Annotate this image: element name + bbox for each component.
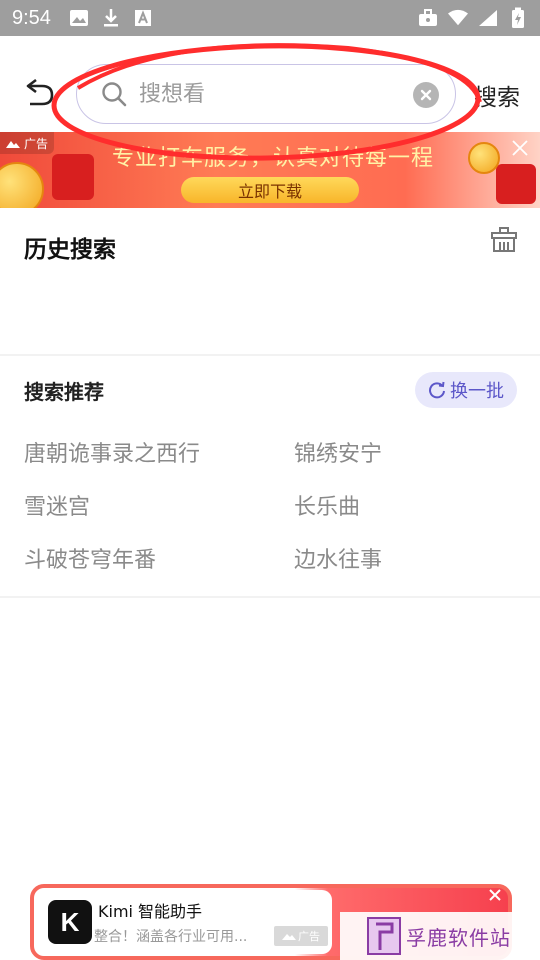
history-title: 历史搜索 bbox=[24, 237, 116, 263]
history-section: 历史搜索 bbox=[0, 208, 540, 354]
watermark: 孚鹿软件站 bbox=[340, 912, 540, 960]
status-time: 9:54 bbox=[12, 6, 51, 29]
wifi-icon bbox=[448, 8, 468, 28]
divider bbox=[0, 596, 540, 598]
recommendation-item[interactable]: 唐朝诡事录之西行 bbox=[24, 436, 200, 468]
image-icon bbox=[69, 8, 89, 28]
search-input[interactable] bbox=[139, 81, 389, 107]
coin-decoration bbox=[0, 162, 44, 208]
close-icon bbox=[420, 89, 432, 101]
watermark-logo-icon bbox=[367, 917, 401, 955]
ad-description: 整合！涵盖各行业可用... bbox=[94, 929, 248, 945]
ad-mountain-icon bbox=[282, 934, 296, 940]
recommendation-item[interactable]: 边水往事 bbox=[294, 542, 382, 574]
clear-history-button[interactable] bbox=[490, 226, 518, 254]
ad-tag: 广告 bbox=[274, 926, 328, 946]
recommendation-item[interactable]: 锦绣安宁 bbox=[294, 436, 382, 468]
back-button[interactable] bbox=[22, 76, 56, 110]
ad-app-name: Kimi 智能助手 bbox=[98, 902, 203, 921]
search-header: 搜索 bbox=[0, 36, 540, 132]
refresh-icon bbox=[429, 381, 445, 399]
gift-decoration bbox=[52, 154, 94, 200]
search-box[interactable] bbox=[76, 64, 456, 124]
recommendations-section: 搜索推荐 换一批 唐朝诡事录之西行 锦绣安宁 雪迷宫 长乐曲 斗破苍穹年番 边水… bbox=[0, 356, 540, 596]
clear-button[interactable] bbox=[413, 82, 439, 108]
signal-icon bbox=[478, 8, 498, 28]
close-icon bbox=[489, 889, 501, 901]
close-icon bbox=[512, 140, 528, 156]
banner-ad[interactable]: 广告 专业打车服务，认真对待每一程 立即下载 bbox=[0, 132, 540, 208]
download-icon bbox=[101, 8, 121, 28]
ad-title: 专业打车服务，认真对待每一程 bbox=[112, 146, 435, 171]
refresh-button[interactable]: 换一批 bbox=[415, 372, 517, 408]
ad-mountain-icon bbox=[6, 141, 20, 148]
coin-decoration bbox=[468, 142, 500, 174]
bottom-ad-close-button[interactable] bbox=[488, 886, 502, 907]
battery-charging-icon bbox=[508, 7, 528, 28]
briefcase-icon bbox=[418, 8, 438, 28]
recommendation-item[interactable]: 长乐曲 bbox=[294, 489, 360, 521]
ad-tag-label: 广告 bbox=[24, 136, 49, 151]
trash-icon bbox=[491, 227, 517, 252]
ad-tag-label: 广告 bbox=[298, 930, 320, 943]
back-arrow-icon bbox=[26, 78, 54, 106]
ad-tag: 广告 bbox=[0, 132, 55, 154]
search-button[interactable]: 搜索 bbox=[474, 78, 520, 112]
kimi-ad-card[interactable]: K Kimi 智能助手 整合！涵盖各行业可用... 广告 bbox=[38, 890, 332, 954]
status-bar: 9:54 bbox=[0, 0, 540, 36]
watermark-text: 孚鹿软件站 bbox=[406, 925, 511, 950]
recommendations-title: 搜索推荐 bbox=[24, 380, 104, 404]
search-icon bbox=[102, 82, 127, 107]
kimi-logo-icon: K bbox=[48, 900, 92, 944]
ad-close-button[interactable] bbox=[508, 136, 532, 160]
recommendation-item[interactable]: 雪迷宫 bbox=[24, 489, 90, 521]
recommendation-item[interactable]: 斗破苍穹年番 bbox=[24, 542, 156, 574]
download-button[interactable]: 立即下载 bbox=[181, 177, 359, 203]
refresh-label: 换一批 bbox=[450, 381, 504, 402]
font-icon bbox=[133, 8, 153, 28]
gift-decoration bbox=[496, 164, 536, 204]
